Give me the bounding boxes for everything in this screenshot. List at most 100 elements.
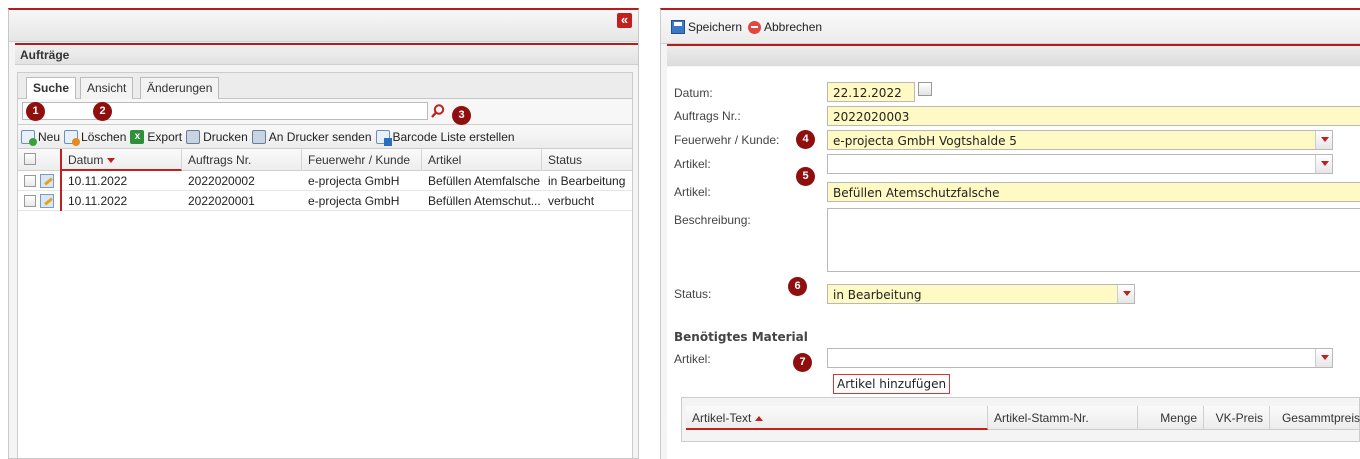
save-button[interactable]: Speichern: [671, 20, 742, 34]
search-input[interactable]: [22, 102, 428, 120]
column-article-text-label: Artikel-Text: [692, 411, 752, 425]
description-label: Beschreibung:: [674, 213, 751, 227]
delete-button[interactable]: Löschen: [64, 129, 127, 146]
add-article-button[interactable]: Artikel hinzufügen: [833, 374, 951, 394]
description-field[interactable]: [827, 208, 1360, 272]
orders-toolbar: Neu Löschen x Export Drucken An Drucker …: [18, 125, 632, 149]
column-total-price[interactable]: Gesammtpreis: [1270, 406, 1360, 430]
cell-date: 10.11.2022: [68, 174, 128, 188]
table-row[interactable]: 10.11.2022 2022020001 e-projecta GmbH Be…: [18, 191, 632, 211]
step-badge-5: 5: [796, 167, 815, 186]
orders-title-bar: Aufträge: [15, 43, 638, 65]
cell-date: 10.11.2022: [68, 194, 128, 208]
sort-desc-icon: [107, 158, 116, 164]
article-label: Artikel:: [674, 185, 711, 199]
chevron-down-icon[interactable]: [1315, 131, 1332, 149]
material-grid-header: Artikel-Text Artikel-Stamm-Nr. Menge VK-…: [686, 406, 1360, 430]
cell-status: verbucht: [548, 194, 595, 208]
orders-panel: « Aufträge Suche Ansicht Änderungen Neu …: [8, 8, 639, 459]
article-field[interactable]: Befüllen Atemschutzfalsche: [827, 182, 1360, 202]
date-label: Datum:: [674, 86, 713, 100]
cancel-button[interactable]: Abbrechen: [748, 20, 822, 34]
column-article-master-number[interactable]: Artikel-Stamm-Nr.: [988, 406, 1138, 430]
tab-view[interactable]: Ansicht: [80, 77, 134, 99]
tab-bar: Suche Ansicht Änderungen: [18, 73, 632, 100]
article-select-label: Artikel:: [674, 157, 711, 171]
chevron-down-icon[interactable]: [1117, 285, 1134, 303]
column-customer[interactable]: Feuerwehr / Kunde: [302, 149, 422, 171]
row-checkbox[interactable]: [24, 195, 36, 207]
step-badge-1: 1: [26, 102, 45, 121]
chevron-down-icon[interactable]: [1315, 349, 1332, 367]
column-quantity[interactable]: Menge: [1138, 406, 1204, 430]
collapse-icon[interactable]: «: [617, 13, 632, 28]
export-button[interactable]: x Export: [130, 129, 183, 144]
step-badge-4: 4: [796, 130, 815, 149]
order-form: Datum: 22.12.2022 Auftrags Nr.: 20220200…: [667, 67, 1360, 459]
column-date-label: Datum: [68, 153, 104, 167]
export-label: Export: [147, 129, 183, 144]
column-status[interactable]: Status: [542, 149, 634, 171]
barcode-doc-icon: [375, 129, 392, 146]
chevron-down-icon[interactable]: [1315, 155, 1332, 173]
column-article[interactable]: Artikel: [422, 149, 542, 171]
barcode-list-label: Barcode Liste erstellen: [392, 129, 515, 144]
new-doc-icon: [21, 129, 37, 146]
delete-doc-icon: [64, 129, 81, 146]
customer-label: Feuerwehr / Kunde:: [674, 133, 780, 147]
new-button[interactable]: Neu: [21, 129, 61, 146]
print-button[interactable]: Drucken: [186, 129, 248, 144]
date-field[interactable]: 22.12.2022: [827, 82, 915, 102]
material-article-select[interactable]: [827, 348, 1333, 368]
cancel-icon: [748, 20, 761, 34]
column-sales-price[interactable]: VK-Preis: [1204, 406, 1270, 430]
material-section-title: Benötigtes Material: [674, 330, 808, 344]
panel-title: Aufträge: [20, 48, 70, 62]
send-to-printer-button[interactable]: An Drucker senden: [251, 129, 372, 144]
cell-article: Befüllen Atemschut...: [428, 194, 541, 208]
orders-grid-header: Datum Auftrags Nr. Feuerwehr / Kunde Art…: [18, 149, 632, 171]
form-toolbar: Speichern Abbrechen: [661, 10, 1360, 44]
save-label: Speichern: [688, 20, 743, 34]
row-checkbox[interactable]: [24, 175, 36, 187]
send-to-printer-label: An Drucker senden: [268, 129, 372, 144]
cell-status: in Bearbeitung: [548, 174, 626, 188]
column-date[interactable]: Datum: [60, 149, 182, 171]
table-row[interactable]: 10.11.2022 2022020002 e-projecta GmbH Be…: [18, 171, 632, 191]
material-grid: Artikel-Text Artikel-Stamm-Nr. Menge VK-…: [681, 397, 1360, 442]
edit-icon[interactable]: [40, 174, 54, 188]
excel-icon: x: [130, 129, 145, 144]
orders-content: Suche Ansicht Änderungen Neu Löschen x E…: [17, 72, 633, 458]
cell-order-number: 2022020002: [188, 174, 255, 188]
new-label: Neu: [38, 129, 61, 144]
step-badge-3: 3: [452, 106, 471, 125]
cell-customer: e-projecta GmbH: [308, 194, 400, 208]
calendar-icon[interactable]: [918, 82, 932, 96]
order-form-panel: Speichern Abbrechen Datum: 22.12.2022 Au…: [660, 8, 1360, 459]
sort-asc-icon: [755, 416, 764, 422]
barcode-list-button[interactable]: Barcode Liste erstellen: [375, 129, 515, 146]
order-number-field[interactable]: 2022020003: [827, 106, 1360, 126]
cell-article: Befüllen Atemfalsche: [428, 174, 541, 188]
form-subbar: [667, 44, 1360, 66]
status-select[interactable]: in Bearbeitung: [827, 284, 1135, 304]
order-number-label: Auftrags Nr.:: [674, 109, 741, 123]
column-order-number[interactable]: Auftrags Nr.: [182, 149, 302, 171]
cell-customer: e-projecta GmbH: [308, 174, 400, 188]
article-select[interactable]: [827, 154, 1333, 174]
step-badge-2: 2: [93, 102, 112, 121]
column-article-text[interactable]: Artikel-Text: [686, 406, 988, 430]
tab-search[interactable]: Suche: [26, 77, 77, 100]
edit-icon[interactable]: [40, 194, 54, 208]
floppy-disk-icon: [671, 20, 685, 34]
step-badge-7: 7: [793, 353, 812, 372]
printer-icon: [186, 129, 201, 144]
status-label: Status:: [674, 287, 712, 301]
search-icon[interactable]: [430, 103, 446, 119]
customer-select[interactable]: e-projecta GmbH Vogtshalde 5: [827, 130, 1333, 150]
cell-order-number: 2022020001: [188, 194, 255, 208]
material-article-label: Artikel:: [674, 352, 711, 366]
select-all-checkbox[interactable]: [24, 153, 36, 165]
tab-changes[interactable]: Änderungen: [140, 77, 220, 99]
delete-label: Löschen: [81, 129, 127, 144]
